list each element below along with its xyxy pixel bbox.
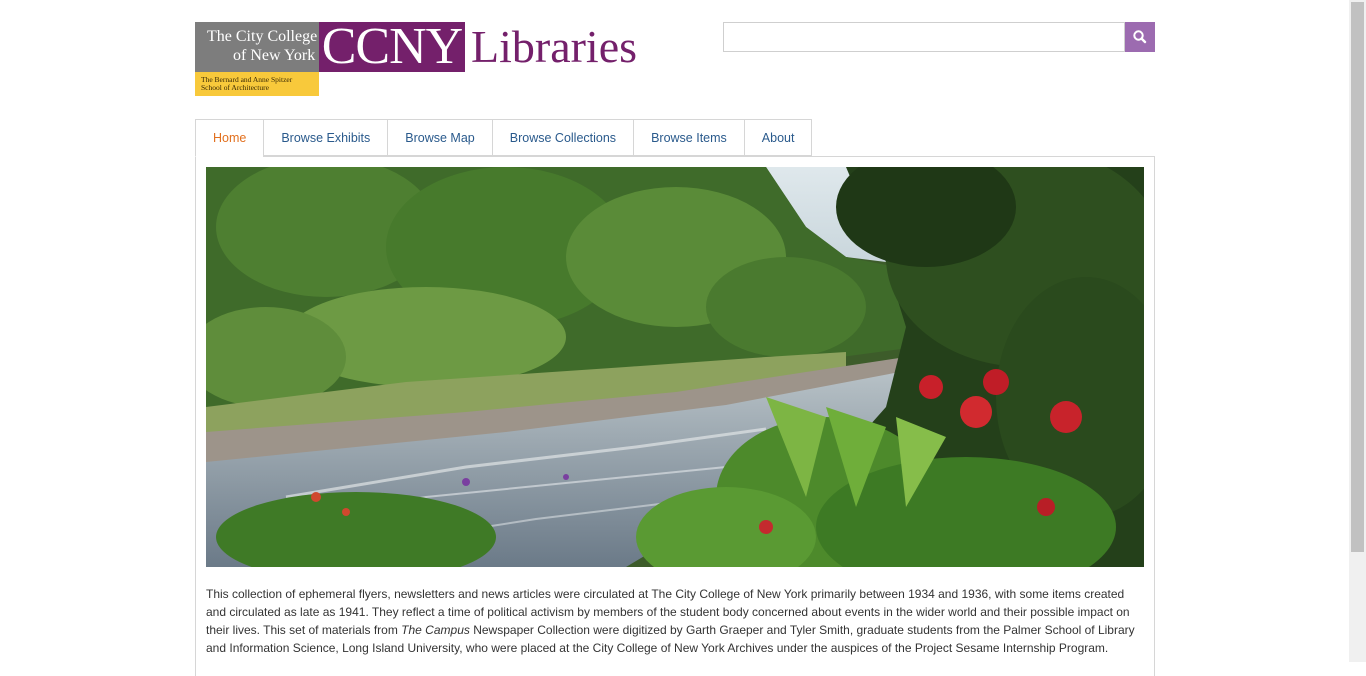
scrollbar-thumb[interactable] — [1351, 2, 1364, 552]
main-navigation: Home Browse Exhibits Browse Map Browse C… — [195, 119, 813, 157]
river-landscape-illustration — [206, 167, 1144, 567]
search-icon — [1133, 30, 1147, 44]
logo-ccny-wordmark: CCNY — [319, 22, 465, 72]
search-input[interactable] — [723, 22, 1125, 52]
logo-school-line2: School of Architecture — [201, 83, 269, 92]
search-form — [723, 22, 1155, 52]
description-newspaper-title: The Campus — [401, 623, 470, 637]
ccny-libraries-logo[interactable]: The City College of New York The Bernard… — [195, 21, 639, 96]
page-scrollbar[interactable] — [1349, 0, 1366, 662]
tab-browse-items[interactable]: Browse Items — [633, 119, 744, 156]
collection-description: This collection of ephemeral flyers, new… — [206, 585, 1144, 657]
search-button[interactable] — [1125, 22, 1155, 52]
tab-about[interactable]: About — [743, 119, 813, 156]
tab-home[interactable]: Home — [195, 119, 264, 157]
spitzer-school-logo-block: The Bernard and Anne Spitzer School of A… — [195, 72, 319, 96]
city-college-logo-block: The City College of New York — [195, 22, 319, 72]
hero-image — [206, 167, 1144, 567]
content-panel: This collection of ephemeral flyers, new… — [195, 156, 1155, 676]
tab-browse-collections[interactable]: Browse Collections — [491, 119, 634, 156]
tab-browse-exhibits[interactable]: Browse Exhibits — [263, 119, 388, 156]
logo-college-line2: of New York — [233, 47, 316, 64]
tab-browse-map[interactable]: Browse Map — [387, 119, 492, 156]
logo-libraries-wordmark: Libraries — [471, 21, 638, 72]
logo-college-line1: The City College — [207, 28, 318, 45]
